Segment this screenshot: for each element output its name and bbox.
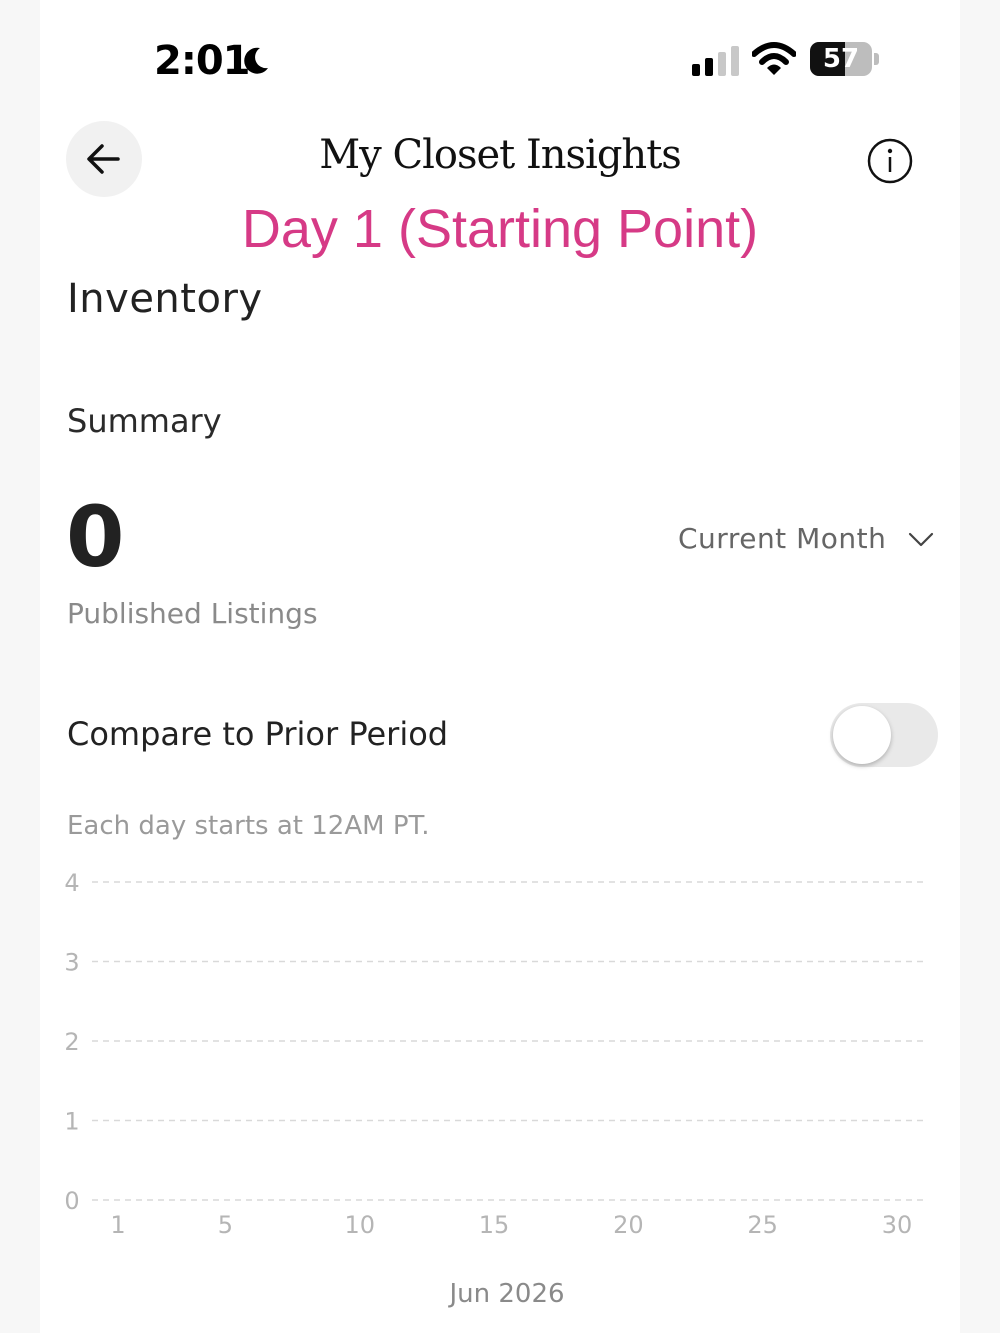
x-tick-label: 20 xyxy=(613,1211,644,1239)
compare-prior-period-toggle[interactable] xyxy=(830,703,938,767)
day-start-note: Each day starts at 12AM PT. xyxy=(67,811,430,841)
period-dropdown[interactable]: Current Month xyxy=(678,518,940,558)
app-screen: 2:01 57 My Closet Insights Day 1 (Starti… xyxy=(40,0,960,1333)
y-tick-label: 4 xyxy=(64,869,79,897)
x-tick-label: 10 xyxy=(344,1211,375,1239)
chevron-down-icon xyxy=(908,532,934,547)
status-time: 2:01 xyxy=(154,38,250,84)
x-tick-label: 15 xyxy=(479,1211,510,1239)
battery-percent: 57 xyxy=(822,44,860,74)
period-dropdown-value: Current Month xyxy=(678,521,887,555)
compare-prior-period-label: Compare to Prior Period xyxy=(67,715,449,753)
summary-heading: Summary xyxy=(67,402,222,440)
y-tick-label: 2 xyxy=(64,1028,79,1056)
moon-icon xyxy=(244,47,268,74)
toggle-knob xyxy=(833,706,891,764)
wifi-icon xyxy=(752,42,796,75)
cellular-signal-icon xyxy=(692,46,739,76)
y-tick-label: 3 xyxy=(64,949,79,977)
x-tick-label: 30 xyxy=(882,1211,913,1239)
y-tick-label: 0 xyxy=(64,1187,79,1215)
published-listings-label: Published Listings xyxy=(67,597,318,630)
x-tick-label: 25 xyxy=(747,1211,778,1239)
published-listings-count: 0 xyxy=(66,488,125,586)
info-icon[interactable] xyxy=(866,137,914,185)
x-tick-label: 5 xyxy=(218,1211,233,1239)
x-tick-label: 1 xyxy=(110,1211,125,1239)
battery-indicator: 57 xyxy=(810,42,880,78)
section-heading-inventory: Inventory xyxy=(67,276,263,322)
inventory-chart: 012341 5 10 15 20 25 30Jun 2026 xyxy=(64,869,925,1309)
page-title: My Closet Insights xyxy=(319,132,682,178)
x-axis-label: Jun 2026 xyxy=(447,1279,564,1309)
overlay-caption: Day 1 (Starting Point) xyxy=(241,199,759,259)
y-tick-label: 1 xyxy=(64,1108,79,1136)
